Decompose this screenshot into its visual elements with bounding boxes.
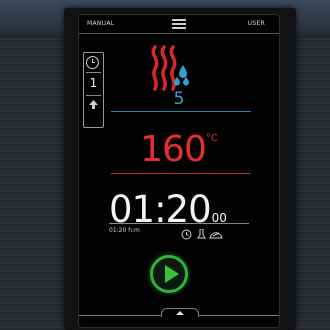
top-bar: MANUAL USER [79, 15, 279, 34]
timer-options [181, 225, 241, 240]
temperature-divider [111, 173, 251, 174]
menu-icon[interactable] [172, 19, 186, 29]
user-label[interactable]: USER [248, 20, 265, 27]
timer-clock-icon[interactable] [181, 225, 192, 244]
clock-icon[interactable] [86, 56, 99, 69]
side-divider [86, 72, 101, 73]
temperature-unit: °C [205, 133, 218, 144]
oven-screen: MANUAL USER 1 5 160°C 01:2000 01:20 h:m [78, 14, 280, 328]
timer-end-label: 01:20 h:m [109, 227, 140, 234]
humidity-value[interactable]: 5 [79, 89, 279, 109]
expand-up-icon[interactable] [161, 308, 199, 317]
core-probe-icon[interactable] [197, 225, 206, 244]
start-button[interactable] [150, 255, 188, 293]
delta-cooking-icon[interactable] [209, 225, 223, 244]
humidity-divider [111, 111, 251, 112]
temperature-display[interactable]: 160°C [79, 129, 279, 170]
timer-divider [109, 223, 249, 224]
step-number[interactable]: 1 [84, 76, 103, 90]
manual-mode-label[interactable]: MANUAL [87, 20, 114, 27]
temperature-value: 160 [140, 129, 207, 170]
